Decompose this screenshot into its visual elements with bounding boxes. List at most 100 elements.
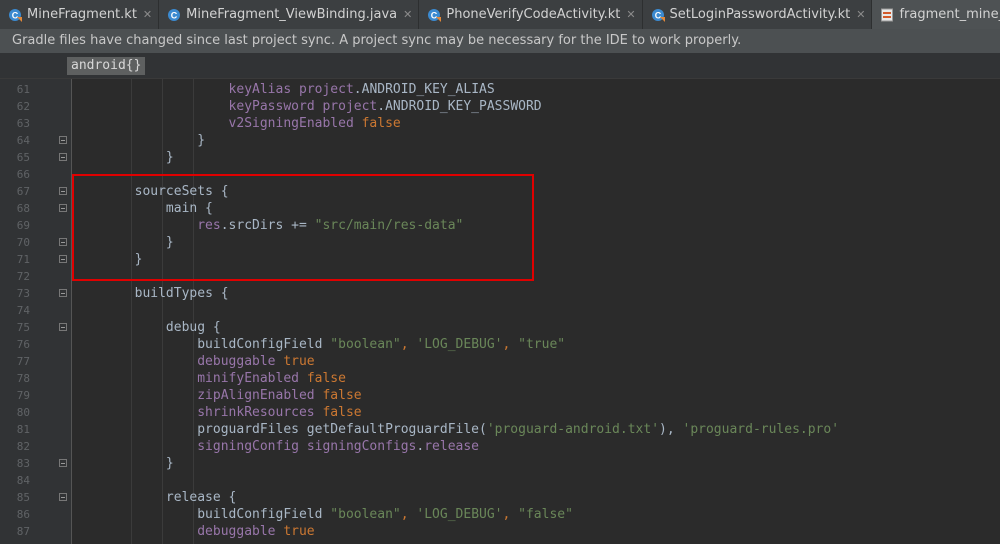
code-token: , bbox=[400, 337, 417, 352]
tab-3[interactable]: C SetLoginPasswordActivity.kt ✕ bbox=[643, 0, 873, 29]
code-token: debuggable bbox=[197, 354, 284, 369]
code-line[interactable]: 79 zipAlignEnabled false bbox=[0, 387, 1000, 404]
code-token: , bbox=[502, 337, 519, 352]
code-token: v2SigningEnabled bbox=[228, 116, 362, 131]
close-tab-icon[interactable]: ✕ bbox=[856, 8, 865, 21]
line-number: 63 bbox=[16, 117, 30, 130]
line-number: 86 bbox=[16, 508, 30, 521]
line-number: 70 bbox=[16, 236, 30, 249]
code-line[interactable]: 84 bbox=[0, 472, 1000, 489]
code-line[interactable]: 61 keyAlias project.ANDROID_KEY_ALIAS bbox=[0, 81, 1000, 98]
code-line[interactable]: 81 proguardFiles getDefaultProguardFile(… bbox=[0, 421, 1000, 438]
gradle-sync-banner: Gradle files have changed since last pro… bbox=[0, 29, 1000, 53]
fold-marker-icon[interactable] bbox=[59, 238, 67, 246]
svg-text:C: C bbox=[12, 10, 19, 20]
svg-text:C: C bbox=[171, 10, 178, 20]
fold-marker-icon[interactable] bbox=[59, 459, 67, 467]
tab-2[interactable]: C PhoneVerifyCodeActivity.kt ✕ bbox=[419, 0, 643, 29]
code-token: 'LOG_DEBUG' bbox=[416, 507, 503, 522]
code-line[interactable]: 74 bbox=[0, 302, 1000, 319]
code-line[interactable]: 66 bbox=[0, 166, 1000, 183]
code-line[interactable]: 82 signingConfig signingConfigs.release bbox=[0, 438, 1000, 455]
line-number: 74 bbox=[16, 304, 30, 317]
code-text: } bbox=[72, 149, 174, 166]
code-token: shrinkResources bbox=[197, 405, 323, 420]
code-token: buildTypes { bbox=[134, 286, 229, 301]
fold-marker-icon[interactable] bbox=[59, 136, 67, 144]
code-editor[interactable]: 61 keyAlias project.ANDROID_KEY_ALIAS 62 … bbox=[0, 79, 1000, 544]
code-line[interactable]: 69 res.srcDirs += "src/main/res-data" bbox=[0, 217, 1000, 234]
line-number: 76 bbox=[16, 338, 30, 351]
code-token: ), bbox=[659, 422, 683, 437]
code-token: main { bbox=[165, 201, 213, 216]
line-number: 82 bbox=[16, 440, 30, 453]
tab-0[interactable]: C MineFragment.kt ✕ bbox=[0, 0, 160, 29]
kotlin-class-icon: C bbox=[9, 8, 22, 22]
code-token: keyAlias bbox=[228, 82, 299, 97]
code-text: keyPassword project.ANDROID_KEY_PASSWORD bbox=[72, 98, 542, 115]
code-line[interactable]: 77 debuggable true bbox=[0, 353, 1000, 370]
line-number: 66 bbox=[16, 168, 30, 181]
code-token: } bbox=[197, 133, 206, 148]
code-token: release bbox=[424, 439, 480, 454]
code-token: buildConfigField bbox=[197, 337, 331, 352]
code-line[interactable]: 64 } bbox=[0, 132, 1000, 149]
code-token: project bbox=[299, 82, 354, 97]
line-number: 75 bbox=[16, 321, 30, 334]
fold-marker-icon[interactable] bbox=[59, 153, 67, 161]
code-line[interactable]: 87 debuggable true bbox=[0, 523, 1000, 540]
line-number: 77 bbox=[16, 355, 30, 368]
code-line[interactable]: 75 debug { bbox=[0, 319, 1000, 336]
close-tab-icon[interactable]: ✕ bbox=[626, 8, 635, 21]
code-line[interactable]: 62 keyPassword project.ANDROID_KEY_PASSW… bbox=[0, 98, 1000, 115]
code-line[interactable]: 86 buildConfigField "boolean", 'LOG_DEBU… bbox=[0, 506, 1000, 523]
code-line[interactable]: 73 buildTypes { bbox=[0, 285, 1000, 302]
fold-marker-icon[interactable] bbox=[59, 323, 67, 331]
line-number: 73 bbox=[16, 287, 30, 300]
code-line[interactable]: 80 shrinkResources false bbox=[0, 404, 1000, 421]
code-text: zipAlignEnabled false bbox=[72, 387, 361, 404]
tab-4[interactable]: fragment_mine_layout.xml bbox=[872, 0, 1000, 29]
code-line[interactable]: 70 } bbox=[0, 234, 1000, 251]
svg-text:C: C bbox=[654, 10, 661, 20]
line-number: 84 bbox=[16, 474, 30, 487]
code-line[interactable]: 83 } bbox=[0, 455, 1000, 472]
breadcrumb[interactable]: android{} bbox=[67, 57, 146, 75]
code-line[interactable]: 63 v2SigningEnabled false bbox=[0, 115, 1000, 132]
fold-marker-icon[interactable] bbox=[59, 204, 67, 212]
code-line[interactable]: 72 bbox=[0, 268, 1000, 285]
code-token: 'proguard-android.txt' bbox=[486, 422, 660, 437]
code-token: "src/main/res-data" bbox=[314, 218, 464, 233]
close-tab-icon[interactable]: ✕ bbox=[403, 8, 412, 21]
code-line[interactable]: 76 buildConfigField "boolean", 'LOG_DEBU… bbox=[0, 336, 1000, 353]
code-line[interactable]: 78 minifyEnabled false bbox=[0, 370, 1000, 387]
code-text: minifyEnabled false bbox=[72, 370, 346, 387]
tab-1[interactable]: C MineFragment_ViewBinding.java ✕ bbox=[159, 0, 420, 29]
close-tab-icon[interactable]: ✕ bbox=[143, 8, 152, 21]
code-token: zipAlignEnabled bbox=[197, 388, 323, 403]
fold-marker-icon[interactable] bbox=[59, 289, 67, 297]
code-token: 'proguard-rules.pro' bbox=[682, 422, 840, 437]
tab-label: fragment_mine_layout.xml bbox=[899, 7, 1000, 22]
fold-marker-icon[interactable] bbox=[59, 255, 67, 263]
fold-marker-icon[interactable] bbox=[59, 493, 67, 501]
code-text: buildTypes { bbox=[72, 285, 229, 302]
code-text: } bbox=[72, 455, 174, 472]
code-line[interactable]: 68 main { bbox=[0, 200, 1000, 217]
fold-marker-icon[interactable] bbox=[59, 187, 67, 195]
code-line[interactable]: 85 release { bbox=[0, 489, 1000, 506]
code-text: sourceSets { bbox=[72, 183, 229, 200]
line-number: 81 bbox=[16, 423, 30, 436]
code-line[interactable]: 71 } bbox=[0, 251, 1000, 268]
tab-label: MineFragment_ViewBinding.java bbox=[186, 7, 398, 22]
code-token: , bbox=[400, 507, 417, 522]
code-token: "false" bbox=[518, 507, 573, 522]
code-line[interactable]: 65 } bbox=[0, 149, 1000, 166]
code-text: release { bbox=[72, 489, 236, 506]
code-line[interactable]: 67 sourceSets { bbox=[0, 183, 1000, 200]
code-text: signingConfig signingConfigs.release bbox=[72, 438, 479, 455]
line-number: 80 bbox=[16, 406, 30, 419]
code-text: debuggable true bbox=[72, 523, 314, 540]
